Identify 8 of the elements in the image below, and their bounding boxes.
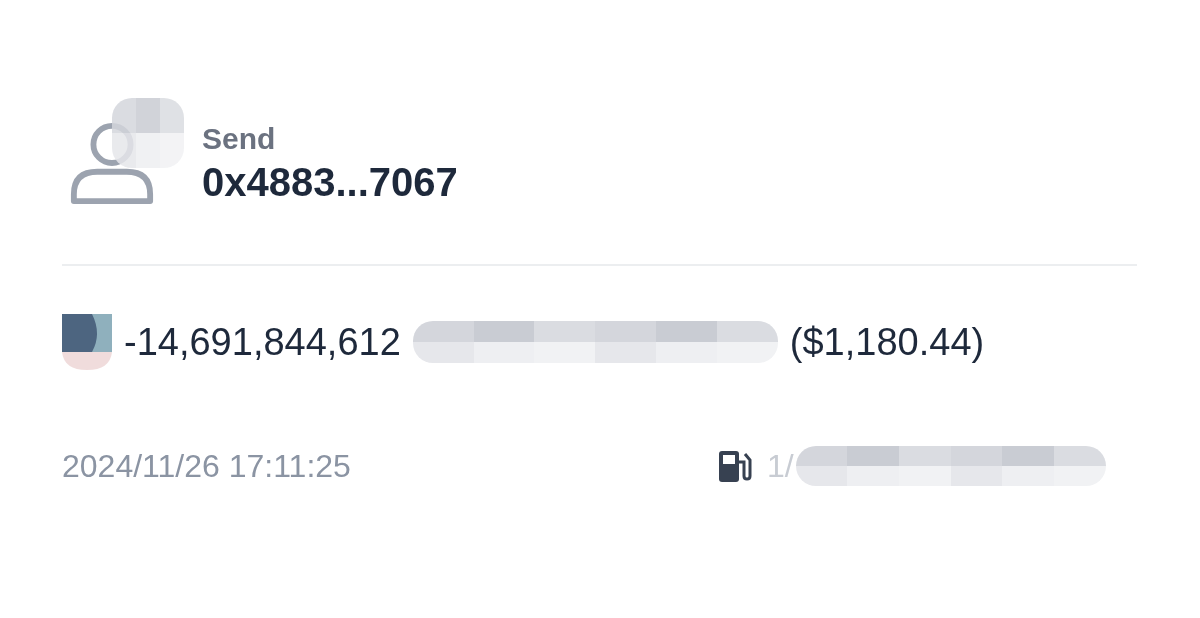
- fuel-pump-icon: [717, 448, 753, 484]
- token-icon: [62, 314, 112, 370]
- redaction-blur: [112, 98, 184, 168]
- address-text: 0x4883...7067: [202, 159, 458, 205]
- direction-label: Send: [202, 121, 277, 156]
- fiat-value: ($1,180.44): [789, 320, 985, 364]
- timestamp: 2024/11/26 17:11:25: [62, 447, 351, 485]
- amount-text: -14,691,844,612: [124, 320, 401, 364]
